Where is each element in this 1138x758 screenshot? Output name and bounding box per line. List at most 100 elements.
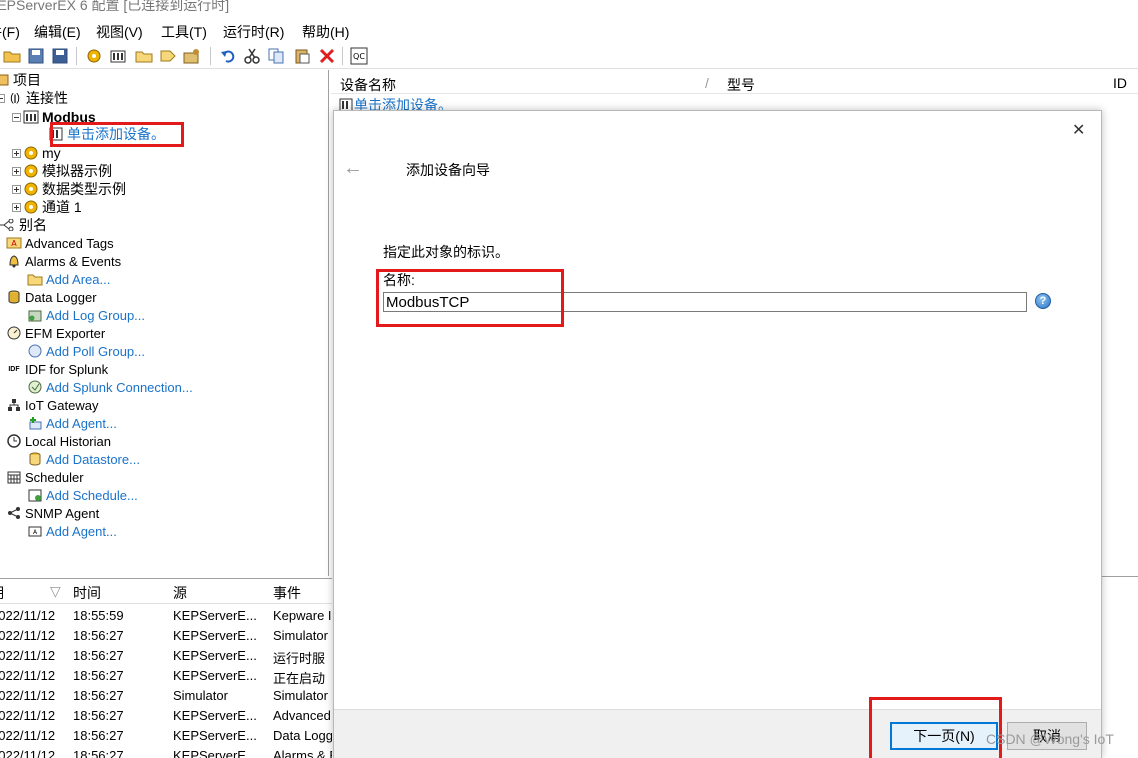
calendar-icon [6,469,22,485]
tree-item-add-agent-snmp[interactable]: A Add Agent... [27,522,117,540]
name-label: 名称: [383,272,415,288]
tree-item-idf-splunk[interactable]: IDF IDF for Splunk [6,360,108,378]
expand-icon[interactable] [12,184,21,194]
watermark-text: CSDN @Wong's IoT [986,731,1114,747]
log-group-icon [27,307,43,323]
bulk-tag-icon[interactable] [182,46,202,66]
device-name-input[interactable] [383,292,1027,312]
tree-item-add-schedule[interactable]: Add Schedule... [27,486,138,504]
project-icon [0,72,10,88]
tree-item-channel1[interactable]: 通道 1 [12,198,82,216]
snmp-icon [6,505,22,521]
log-row[interactable]: 2022/11/12 18:56:27 KEPServerE... 运行时服 [0,645,332,666]
window-titlebar: KEPServerEX 6 配置 [已连接到运行时] [0,0,1138,16]
quick-client-icon[interactable]: QC [349,46,369,66]
collapse-icon[interactable] [0,93,5,103]
close-icon[interactable]: ✕ [1072,120,1085,140]
log-row[interactable]: 2022/11/12 18:56:27 KEPServerE... Alarms… [0,745,332,758]
tree-item-scheduler[interactable]: Scheduler [6,468,84,486]
log-row[interactable]: 2022/11/12 18:56:27 KEPServerE... Simula… [0,625,332,645]
toolbar-separator [76,47,77,65]
svg-text:A: A [11,239,17,248]
save-as-icon[interactable] [50,46,70,66]
connectivity-icon: (|) [10,92,20,104]
datastore-icon [27,451,43,467]
expand-icon[interactable] [12,202,21,212]
tree-item-add-area[interactable]: Add Area... [27,270,110,288]
column-model[interactable]: 型号 [727,75,755,95]
new-tag-icon[interactable] [158,46,178,66]
menu-runtime[interactable]: 运行时(R) [223,22,284,42]
new-tag-group-icon[interactable] [134,46,154,66]
tree-item-add-datastore[interactable]: Add Datastore... [27,450,140,468]
menu-help[interactable]: 帮助(H) [302,22,349,42]
gear-icon [23,163,39,179]
paste-icon[interactable] [292,46,312,66]
cut-icon[interactable] [242,46,262,66]
tree-item-add-agent-iot[interactable]: Add Agent... [27,414,117,432]
gear-icon [23,145,39,161]
column-date[interactable]: 日期 [0,583,4,603]
collapse-icon[interactable] [12,112,21,122]
tree-item-alias[interactable]: 别名 [0,216,47,234]
tree-item-datatype-example[interactable]: 数据类型示例 [12,180,126,198]
undo-icon[interactable] [218,46,238,66]
delete-icon[interactable] [317,46,337,66]
column-id[interactable]: ID [1113,75,1127,91]
help-icon[interactable]: ? [1035,293,1051,309]
instruction-text: 指定此对象的标识。 [383,244,509,260]
log-row[interactable]: 2022/11/12 18:56:27 Simulator Simulator [0,685,332,705]
log-row[interactable]: 2022/11/12 18:55:59 KEPServerE... Kepwar… [0,605,332,625]
new-channel-icon[interactable] [84,46,104,66]
tree-item-add-splunk[interactable]: Add Splunk Connection... [27,378,193,396]
column-source[interactable]: 源 [173,583,187,603]
menu-file[interactable]: 文件(F) [0,22,20,42]
expand-icon[interactable] [12,148,21,158]
tree-item-alarms-events[interactable]: Alarms & Events [6,252,121,270]
column-time[interactable]: 时间 [73,583,101,603]
menu-edit[interactable]: 编辑(E) [34,22,81,42]
alias-icon [0,217,16,233]
device-list-header: 设备名称 / 型号 ID [331,72,1138,94]
new-device-icon[interactable] [108,46,128,66]
tree-item-my[interactable]: my [12,144,61,162]
add-device-wizard: ← 添加设备向导 ✕ 指定此对象的标识。 名称: ? 下一页(N) 取消 [333,110,1102,758]
menu-bar: 文件(F) 编辑(E) 视图(V) 工具(T) 运行时(R) 帮助(H) [0,18,1138,42]
copy-icon[interactable] [266,46,286,66]
wizard-title: 添加设备向导 [406,162,490,178]
tree-item-add-device[interactable]: 单击添加设备。 [48,125,165,143]
tree-item-data-logger[interactable]: Data Logger [6,288,97,306]
toolbar-separator [210,47,211,65]
log-row[interactable]: 2022/11/12 18:56:27 KEPServerE... Advanc… [0,705,332,725]
tree-item-connectivity[interactable]: (|) 连接性 [0,89,68,107]
menu-tools[interactable]: 工具(T) [161,22,207,42]
tree-item-local-historian[interactable]: Local Historian [6,432,111,450]
channel-icon [23,109,39,125]
agent-add-icon [27,415,43,431]
tree-item-iot-gateway[interactable]: IoT Gateway [6,396,98,414]
log-row[interactable]: 2022/11/12 18:56:27 KEPServerE... Data L… [0,725,332,745]
column-device-name[interactable]: 设备名称 [340,75,396,95]
tree-item-project[interactable]: 项目 [0,71,41,89]
column-event[interactable]: 事件 [273,583,301,603]
menu-view[interactable]: 视图(V) [96,22,143,42]
tree-item-efm-exporter[interactable]: EFM Exporter [6,324,105,342]
clock-icon [6,433,22,449]
tree-item-add-log-group[interactable]: Add Log Group... [27,306,145,324]
event-log: 日期 ▽ 时间 源 事件 2022/11/12 18:55:59 KEPServ… [0,578,332,758]
next-button[interactable]: 下一页(N) [890,722,998,750]
tree-item-advanced-tags[interactable]: A Advanced Tags [6,234,114,252]
schedule-add-icon [27,487,43,503]
tree-item-simulator-example[interactable]: 模拟器示例 [12,162,112,180]
back-arrow-icon[interactable]: ← [343,157,363,180]
database-icon [6,289,22,305]
tree-item-snmp-agent[interactable]: SNMP Agent [6,504,99,522]
tree-item-add-poll-group[interactable]: Add Poll Group... [27,342,145,360]
gear-icon [23,181,39,197]
open-folder-icon[interactable] [2,46,22,66]
event-log-header: 日期 ▽ 时间 源 事件 [0,579,332,604]
save-icon[interactable] [26,46,46,66]
expand-icon[interactable] [12,166,21,176]
log-row[interactable]: 2022/11/12 18:56:27 KEPServerE... 正在启动 [0,665,332,686]
advanced-tags-icon: A [6,235,22,251]
